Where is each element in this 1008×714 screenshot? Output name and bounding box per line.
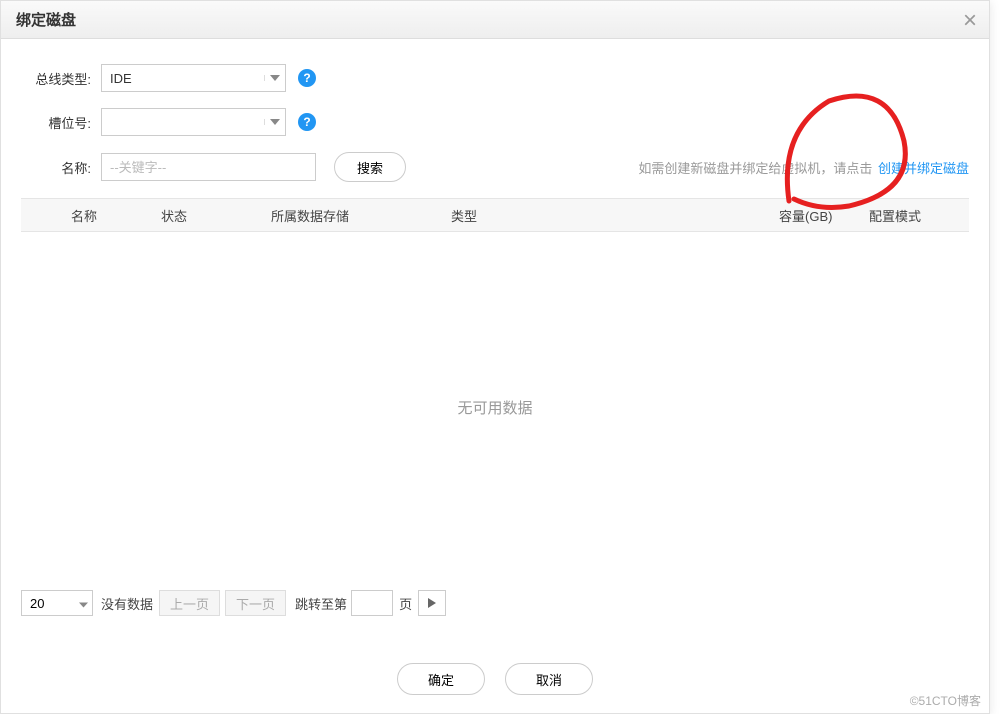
bind-disk-dialog: 绑定磁盘 × 总线类型: ? 槽位号: ? 名称: (0, 0, 990, 714)
bus-type-select[interactable] (101, 64, 286, 92)
bus-type-label: 总线类型: (21, 69, 91, 88)
disk-table: 名称 状态 所属数据存储 类型 容量(GB) 配置模式 无可用数据 (21, 198, 969, 582)
page-size-select[interactable] (21, 590, 93, 616)
page-size-value[interactable] (21, 590, 93, 616)
name-search-row: 名称: 搜索 如需创建新磁盘并绑定给虚拟机，请点击 创建并绑定磁盘 (21, 152, 969, 182)
pagination-bar: 没有数据 上一页 下一页 跳转至第 页 (21, 582, 969, 636)
create-hint: 如需创建新磁盘并绑定给虚拟机，请点击 创建并绑定磁盘 (638, 158, 969, 177)
jump-go-button[interactable] (418, 590, 446, 616)
bus-type-help-icon[interactable]: ? (298, 69, 316, 87)
page-unit: 页 (399, 594, 412, 613)
cancel-button[interactable]: 取消 (505, 663, 593, 695)
slot-label: 槽位号: (21, 113, 91, 132)
col-header-mode: 配置模式 (869, 206, 969, 225)
col-header-name: 名称 (21, 206, 161, 225)
close-button[interactable]: × (963, 9, 977, 33)
no-data-text: 没有数据 (101, 594, 153, 613)
jump-page-input[interactable] (351, 590, 393, 616)
dialog-header: 绑定磁盘 × (1, 1, 989, 39)
search-button[interactable]: 搜索 (334, 152, 406, 182)
name-keyword-input[interactable] (101, 153, 316, 181)
dialog-title: 绑定磁盘 (16, 12, 76, 29)
slot-help-icon[interactable]: ? (298, 113, 316, 131)
bus-type-row: 总线类型: ? (21, 64, 969, 92)
name-label: 名称: (21, 158, 91, 177)
jump-label: 跳转至第 (295, 594, 347, 613)
hint-text: 如需创建新磁盘并绑定给虚拟机，请点击 (638, 161, 872, 176)
table-header-row: 名称 状态 所属数据存储 类型 容量(GB) 配置模式 (21, 198, 969, 232)
next-page-button[interactable]: 下一页 (225, 590, 286, 616)
col-header-store: 所属数据存储 (271, 206, 451, 225)
bus-type-value[interactable] (101, 64, 286, 92)
ok-button[interactable]: 确定 (397, 663, 485, 695)
watermark-text: ©51CTO博客 (910, 692, 981, 709)
play-icon (428, 598, 436, 608)
slot-row: 槽位号: ? (21, 108, 969, 136)
col-header-type: 类型 (451, 206, 621, 225)
prev-page-button[interactable]: 上一页 (159, 590, 220, 616)
slot-select[interactable] (101, 108, 286, 136)
table-empty-message: 无可用数据 (21, 232, 969, 582)
dialog-body: 总线类型: ? 槽位号: ? 名称: 搜索 (1, 39, 989, 651)
col-header-status: 状态 (161, 206, 271, 225)
slot-value[interactable] (101, 108, 286, 136)
create-and-bind-link[interactable]: 创建并绑定磁盘 (878, 161, 969, 176)
dialog-footer: 确定 取消 (1, 651, 989, 713)
col-header-capacity: 容量(GB) (779, 206, 869, 225)
